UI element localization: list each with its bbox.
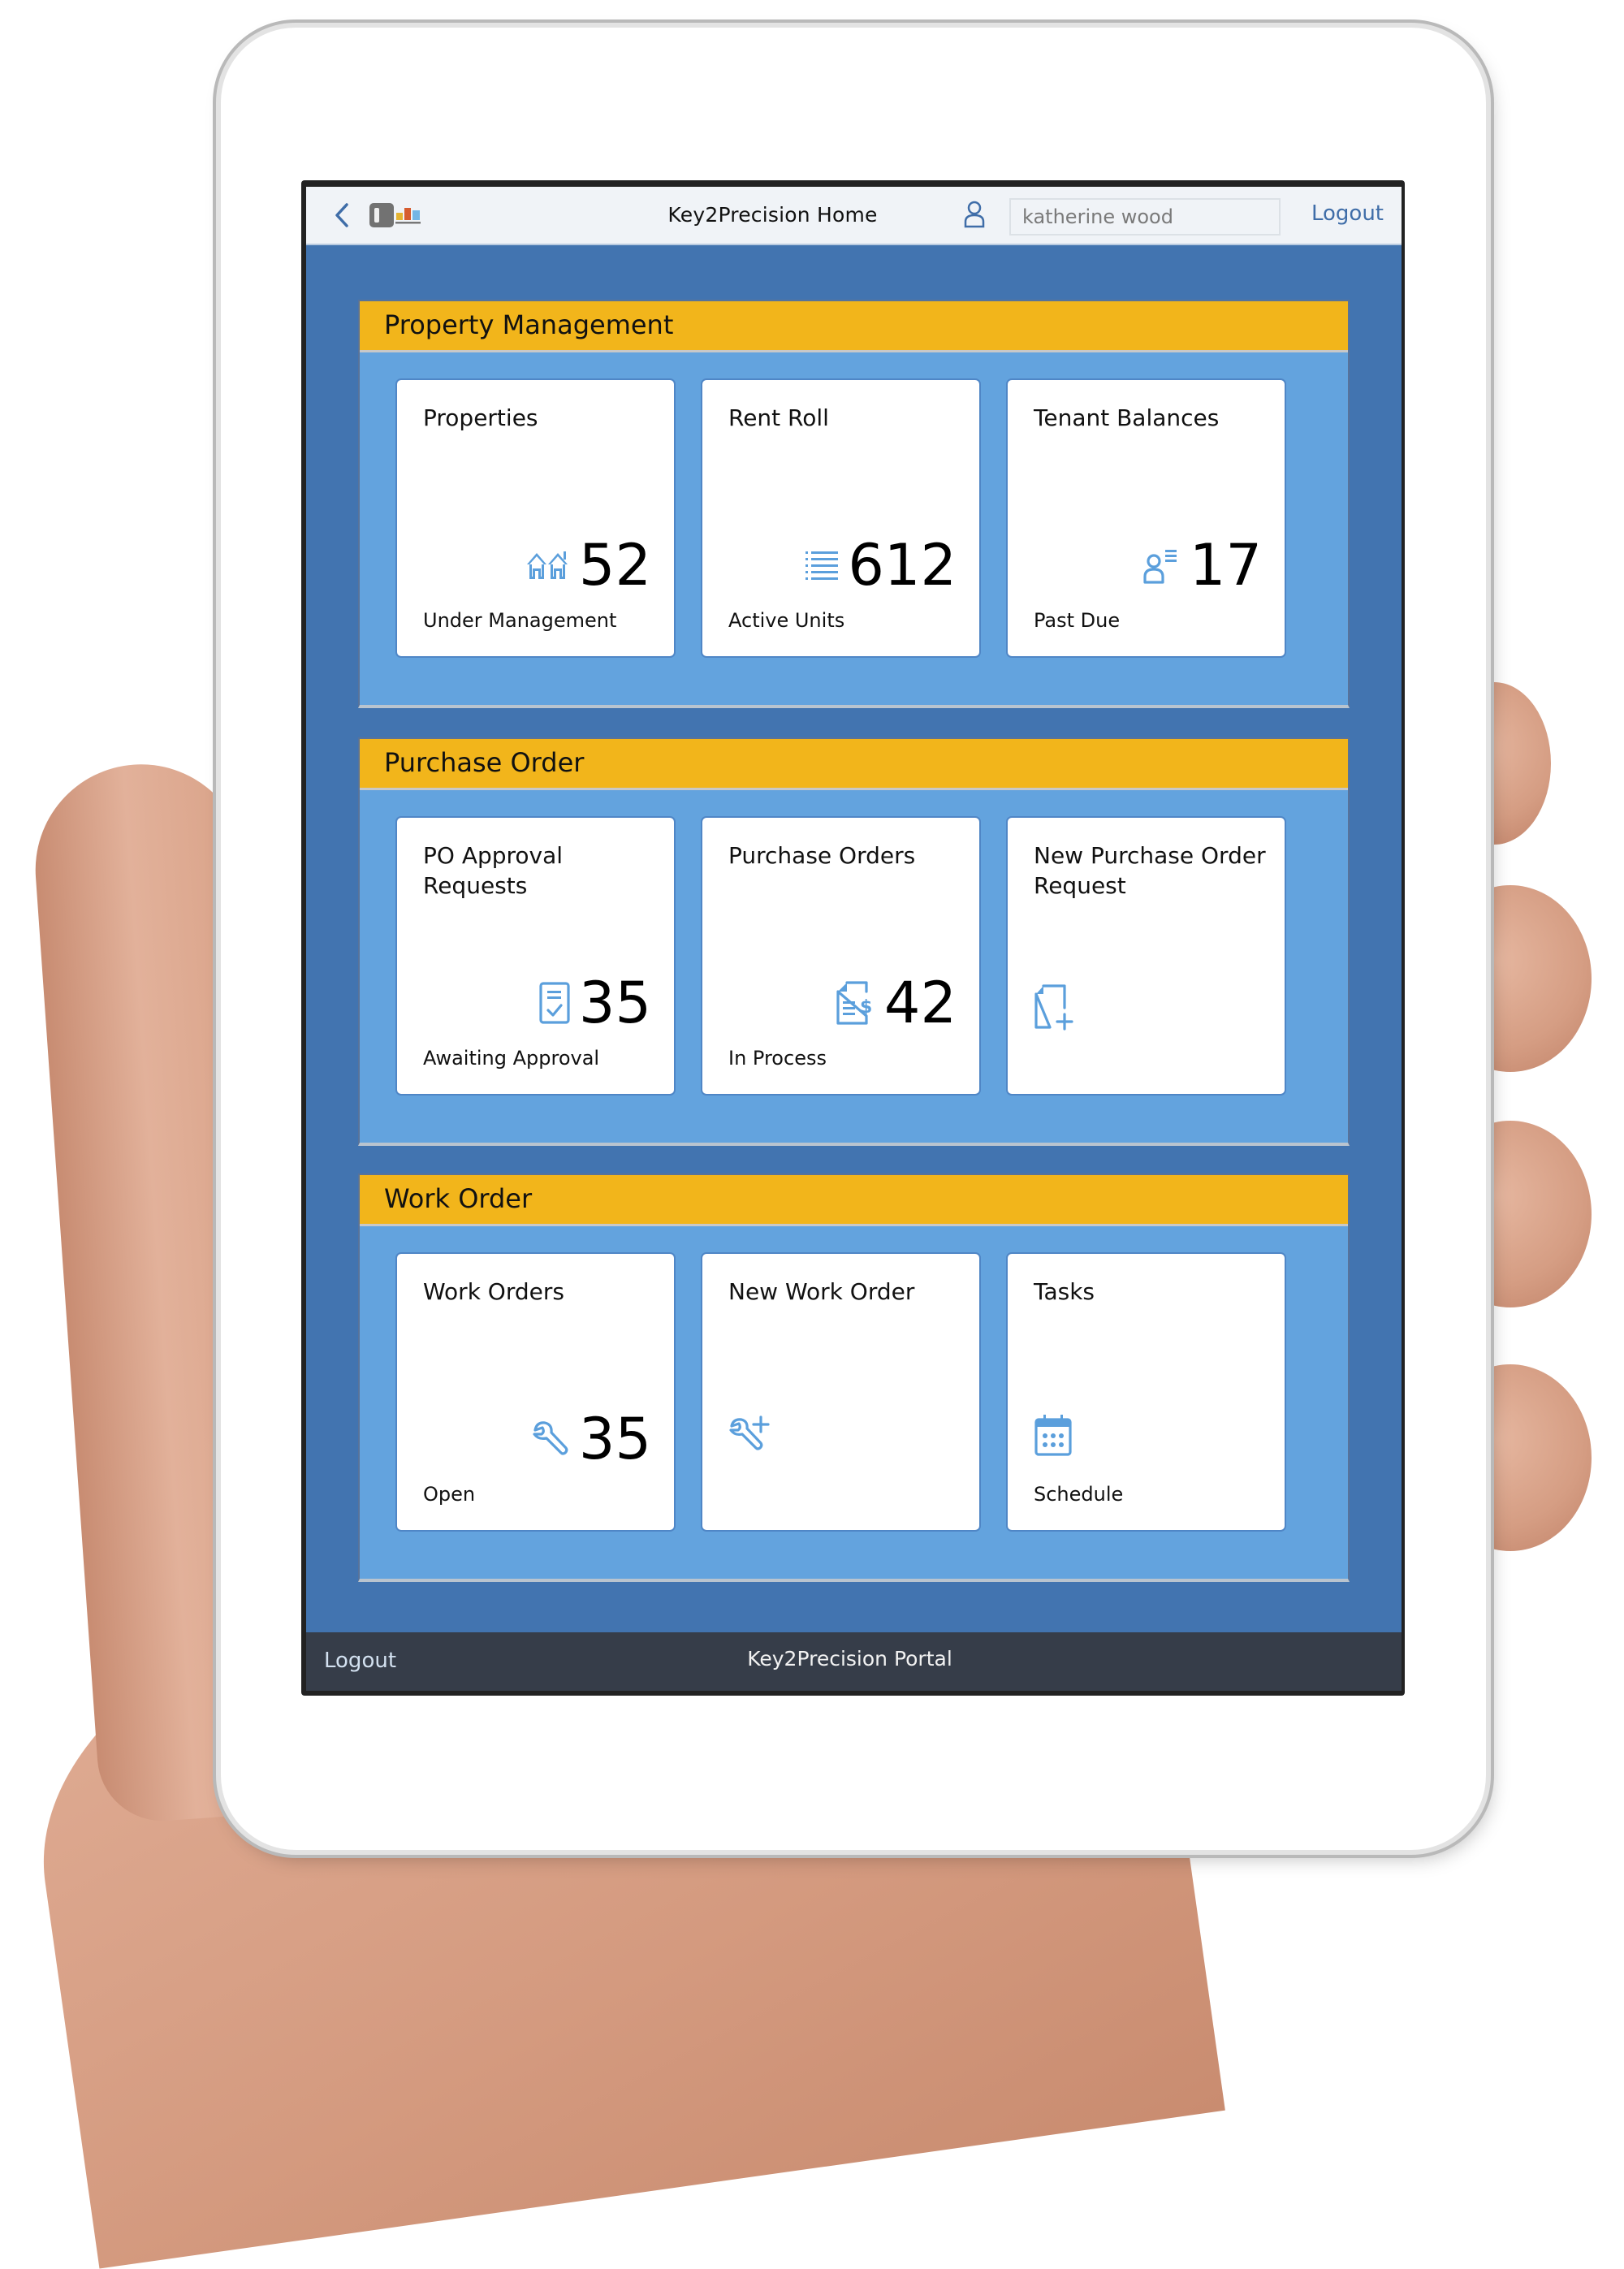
calendar-icon <box>1034 1415 1072 1456</box>
kpi-value: 35 <box>578 1406 651 1472</box>
section-header: Property Management <box>360 301 1348 352</box>
tile-title: Tenant Balances <box>1034 404 1220 431</box>
page-title-text: Key2Precision Home <box>667 203 878 227</box>
tile-title: Properties <box>423 404 538 431</box>
logout-link[interactable]: Logout <box>1311 201 1384 226</box>
wrench-icon <box>533 1421 568 1455</box>
tile-new-purchase-order-request[interactable]: New Purchase Order Request <box>1006 816 1286 1096</box>
tile-purchase-orders[interactable]: Purchase Orders $ 42 In Process <box>701 816 981 1096</box>
section-title: Work Order <box>384 1183 533 1214</box>
kpi-value: 35 <box>578 970 651 1036</box>
svg-text:$: $ <box>860 997 872 1018</box>
tile-title: Purchase Orders <box>728 842 916 869</box>
houses-icon <box>526 551 568 579</box>
tile-title: Work Orders <box>423 1278 564 1305</box>
tablet-screen: Key2Precision Home Logout Property Manag… <box>301 180 1405 1696</box>
tile-kpi: $ 42 <box>836 970 957 1035</box>
tile-po-approval-requests[interactable]: PO Approval Requests 35 Awaiting Approva… <box>395 816 676 1096</box>
tile-tenant-balances[interactable]: Tenant Balances 17 Past Due <box>1006 378 1286 658</box>
tile-title: Tasks <box>1034 1278 1095 1305</box>
tile-title: PO Approval Requests <box>423 842 564 899</box>
list-icon <box>806 551 839 580</box>
kpi-value: 17 <box>1189 532 1262 599</box>
section-purchase-order: Purchase Order PO Approval Requests 35 A… <box>358 737 1350 1146</box>
tile-footer: Schedule <box>1034 1483 1124 1506</box>
tile-new-work-order[interactable]: New Work Order <box>701 1252 981 1532</box>
tile-work-orders[interactable]: Work Orders 35 Open <box>395 1252 676 1532</box>
section-title: Property Management <box>384 309 674 340</box>
approval-document-icon <box>539 982 570 1024</box>
tile-footer: Awaiting Approval <box>423 1047 600 1070</box>
tile-title: Rent Roll <box>728 404 829 431</box>
tile-kpi: 612 <box>804 533 957 598</box>
tile-footer: Past Due <box>1034 609 1121 632</box>
tile-kpi: 52 <box>525 533 651 598</box>
tile-rent-roll[interactable]: Rent Roll 612 Active Units <box>701 378 981 658</box>
section-title: Purchase Order <box>384 747 585 778</box>
username-field[interactable] <box>1009 198 1281 236</box>
top-bar: Key2Precision Home Logout <box>306 187 1402 245</box>
user-list-icon <box>1143 550 1177 584</box>
section-property-management: Property Management Properties 52 Under … <box>358 300 1350 708</box>
user-icon[interactable] <box>964 200 985 229</box>
tile-footer: In Process <box>728 1047 827 1070</box>
section-header: Purchase Order <box>360 739 1348 790</box>
app-window: Key2Precision Home Logout Property Manag… <box>306 187 1402 1691</box>
tile-tasks[interactable]: Tasks Schedule <box>1006 1252 1286 1532</box>
section-work-order: Work Order Work Orders 35 Open New Work … <box>358 1173 1350 1582</box>
section-header: Work Order <box>360 1175 1348 1226</box>
tile-footer: Open <box>423 1483 476 1506</box>
tile-properties[interactable]: Properties 52 Under Management <box>395 378 676 658</box>
kpi-value: 52 <box>578 532 651 599</box>
tile-kpi: 35 <box>530 1407 651 1472</box>
new-document-icon <box>1034 984 1073 1031</box>
tile-footer: Active Units <box>728 609 845 632</box>
invoice-dollar-icon: $ <box>836 981 872 1025</box>
wrench-add-icon <box>729 1415 770 1450</box>
tile-title: New Purchase Order Request <box>1034 842 1266 899</box>
kpi-value: 42 <box>883 970 957 1036</box>
footer-title: Key2Precision Portal <box>747 1647 952 1670</box>
tile-kpi: 35 <box>538 970 651 1035</box>
tile-title: New Work Order <box>728 1278 915 1305</box>
kpi-value: 612 <box>848 532 957 599</box>
tile-footer: Under Management <box>423 609 617 632</box>
footer-bar: Logout Key2Precision Portal <box>306 1632 1402 1691</box>
tile-kpi: 17 <box>1141 533 1262 598</box>
